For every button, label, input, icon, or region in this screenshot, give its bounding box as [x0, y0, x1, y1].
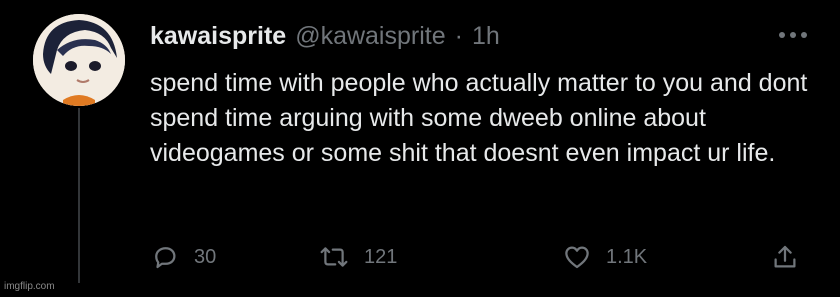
- avatar[interactable]: [33, 14, 125, 106]
- reply-button[interactable]: 30: [150, 242, 216, 272]
- timestamp[interactable]: 1h: [472, 22, 500, 51]
- share-icon: [770, 242, 800, 272]
- retweet-count: 121: [364, 245, 398, 268]
- like-button[interactable]: 1.1K: [562, 242, 647, 272]
- watermark: imgflip.com: [4, 281, 55, 292]
- retweet-icon: [318, 242, 350, 272]
- user-handle[interactable]: @kawaisprite: [295, 22, 445, 51]
- action-bar: 30 121 1.1K: [150, 242, 810, 276]
- heart-icon: [562, 242, 592, 272]
- more-horizontal-icon[interactable]: [776, 26, 810, 44]
- retweet-button[interactable]: 121: [318, 242, 397, 272]
- tweet-header: kawaisprite @kawaisprite · 1h: [150, 22, 500, 51]
- reply-count: 30: [194, 245, 217, 268]
- thread-line: [78, 108, 80, 283]
- display-name[interactable]: kawaisprite: [150, 22, 286, 51]
- reply-bubble-icon: [150, 242, 180, 272]
- separator-dot: ·: [454, 22, 463, 50]
- tweet-text: spend time with people who actually matt…: [150, 69, 808, 167]
- share-button[interactable]: [770, 242, 800, 272]
- like-count: 1.1K: [606, 245, 648, 268]
